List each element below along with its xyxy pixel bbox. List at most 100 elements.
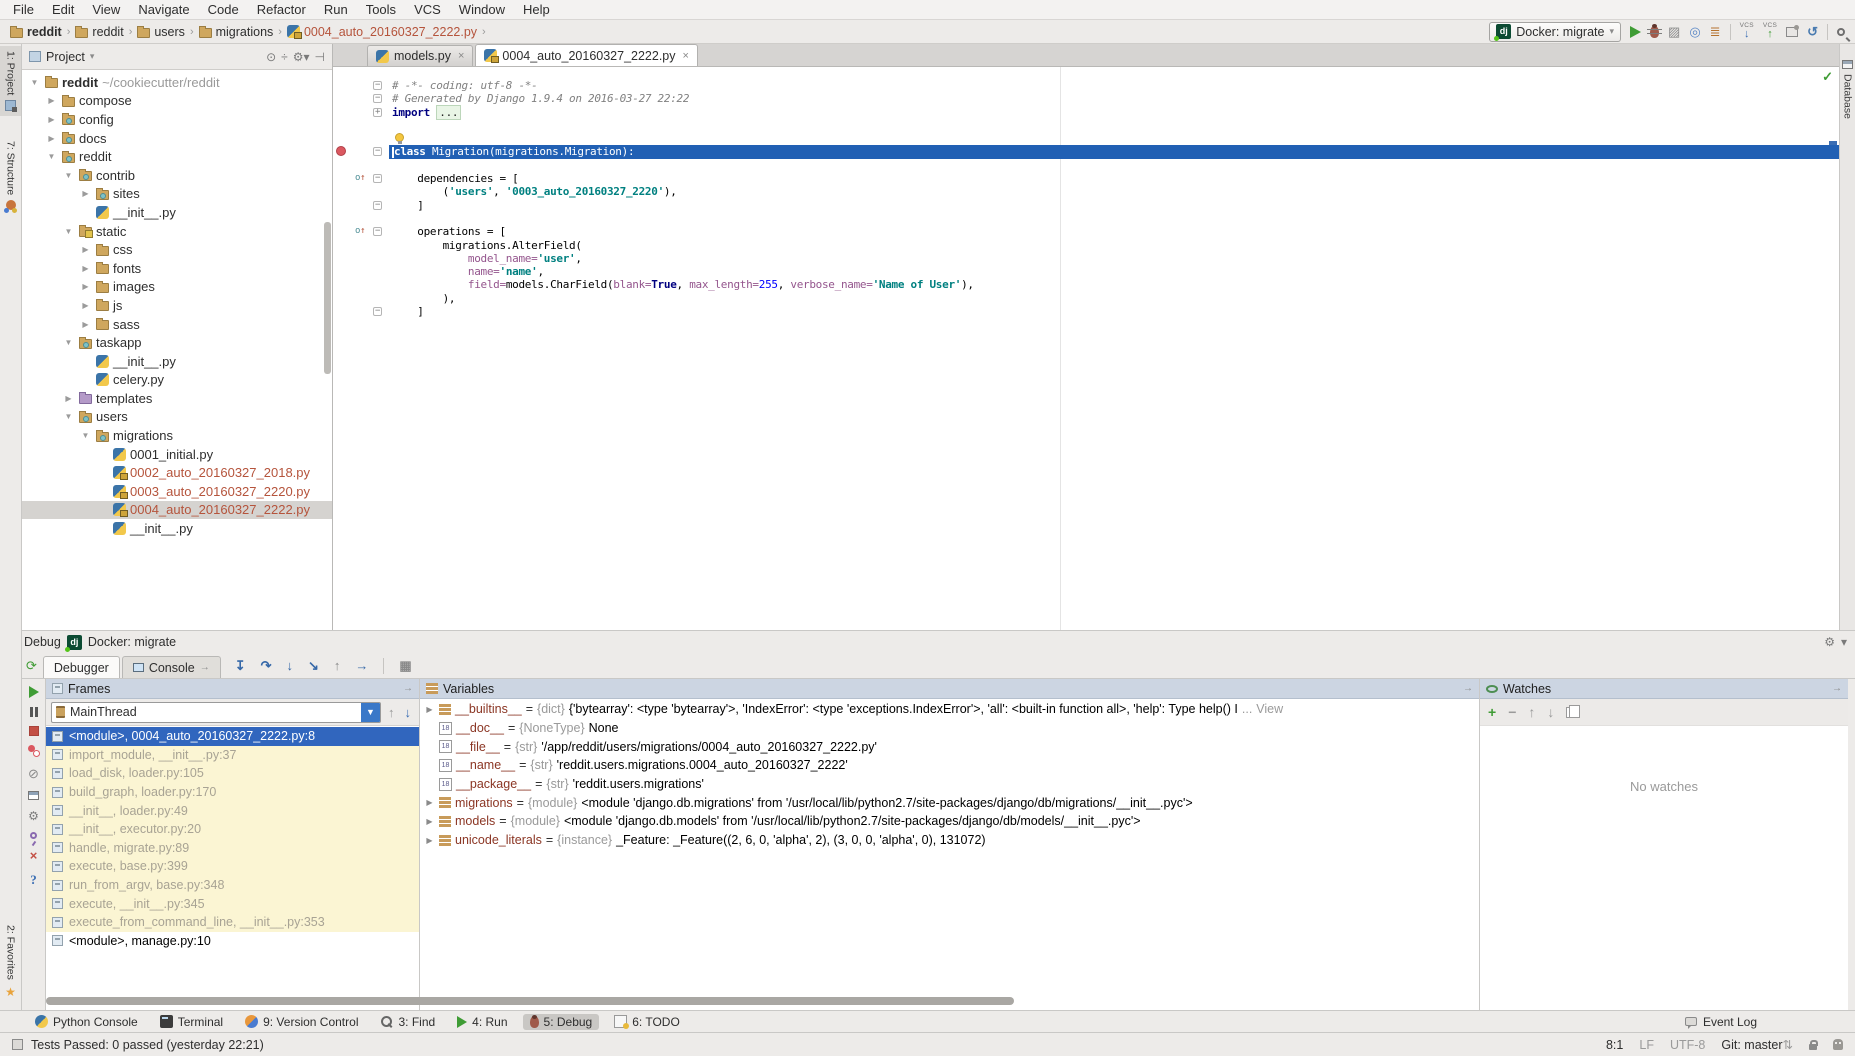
code-line[interactable]: +import ... [333,106,1839,119]
step-over-icon[interactable]: ↷ [261,658,272,674]
run-to-cursor-icon[interactable]: → [355,658,368,673]
variable-row[interactable]: ▶models = {module} <module 'django.db.mo… [420,812,1479,831]
menu-item-code[interactable]: Code [199,1,248,18]
code-line[interactable]: field=models.CharField(blank=True, max_l… [333,278,1839,291]
tree-expand-arrow[interactable]: ▼ [28,78,41,87]
frame-row[interactable]: execute, base.py:399 [46,857,419,876]
code-line[interactable]: o− dependencies = [ [333,172,1839,185]
menu-item-view[interactable]: View [83,1,129,18]
code-line[interactable]: ), [333,292,1839,305]
code-line[interactable]: −# -*- coding: utf-8 -*- [333,79,1839,92]
tree-expand-arrow[interactable]: ▼ [62,338,75,347]
show-execution-point-icon[interactable]: ↧ [235,658,246,674]
tree-item[interactable]: ▶config [22,110,332,129]
fold-marker[interactable]: − [373,201,382,210]
project-tree-scrollbar[interactable] [324,222,331,374]
tree-item[interactable]: 0003_auto_20160327_2220.py [22,482,332,501]
tree-item[interactable]: ▶sites [22,185,332,204]
tree-item[interactable]: ▶compose [22,92,332,111]
run-configuration-selector[interactable]: dj Docker: migrate ▾ [1489,22,1621,42]
tree-expand-arrow[interactable]: ▶ [79,189,92,198]
caret-position-widget[interactable]: 8:1 [1606,1038,1623,1052]
frame-row[interactable]: <module>, manage.py:10 [46,932,419,951]
frame-row[interactable]: handle, migrate.py:89 [46,839,419,858]
frame-row[interactable]: run_from_argv, base.py:348 [46,876,419,895]
locate-file-icon[interactable]: ⊙ [266,50,276,64]
expand-arrow-icon[interactable]: ▶ [424,817,435,826]
frame-row[interactable]: <module>, 0004_auto_20160327_2222.py:8 [46,727,419,746]
breadcrumb-item[interactable]: users [137,25,185,39]
toolwindow-tab-favorites[interactable]: 2: Favorites ★ [0,920,21,1004]
tree-item[interactable]: ▶css [22,240,332,259]
tree-item[interactable]: ▶docs [22,129,332,148]
debug-tab-console[interactable]: Console→ [122,656,221,678]
help-icon[interactable]: ? [30,872,37,888]
variable-row[interactable]: ▶migrations = {module} <module 'django.d… [420,793,1479,812]
settings-gear-icon[interactable]: ⚙ [28,809,39,823]
menu-item-refactor[interactable]: Refactor [248,1,315,18]
toolwindow-button-vcs[interactable]: 9: Version Control [238,1014,365,1030]
tree-item[interactable]: ▶images [22,278,332,297]
menu-item-vcs[interactable]: VCS [405,1,450,18]
code-editor[interactable]: −# -*- coding: utf-8 -*-−# Generated by … [333,67,1839,630]
frame-row[interactable]: __init__, executor.py:20 [46,820,419,839]
changes-dialog-button[interactable] [1786,27,1798,37]
tree-expand-arrow[interactable]: ▶ [79,320,92,329]
profiler-button[interactable]: ◎ [1689,24,1700,40]
step-into-my-code-icon[interactable]: ↘ [308,658,319,674]
gear-icon[interactable]: ⚙ [1824,635,1835,649]
duplicate-watch-button[interactable] [1566,707,1575,718]
expand-arrow-icon[interactable]: ▶ [424,836,435,845]
hide-panel-icon[interactable]: → [1463,683,1473,694]
fold-marker[interactable]: − [373,94,382,103]
toolwindow-tab-structure[interactable]: 7: Structure [0,136,21,215]
mute-breakpoints-icon[interactable]: ⊘ [28,766,39,782]
tree-expand-arrow[interactable]: ▶ [45,96,58,105]
frame-row[interactable]: execute_from_command_line, __init__.py:3… [46,913,419,932]
code-line[interactable] [333,132,1839,145]
tree-expand-arrow[interactable]: ▶ [79,264,92,273]
tree-item[interactable]: __init__.py [22,352,332,371]
debug-tab-debugger[interactable]: Debugger [43,656,120,678]
code-line[interactable]: migrations.AlterField( [333,239,1839,252]
step-out-icon[interactable]: ↑ [334,658,341,673]
menu-item-edit[interactable]: Edit [43,1,83,18]
menu-item-tools[interactable]: Tools [357,1,405,18]
view-link[interactable]: View [1256,702,1283,716]
toolwindow-button-terminal[interactable]: Terminal [153,1014,230,1030]
readonly-lock-icon[interactable] [1809,1044,1817,1050]
thread-selector[interactable]: MainThread ▼ [51,702,381,723]
tree-item[interactable]: __init__.py [22,519,332,538]
toolwindow-button-python[interactable]: Python Console [28,1014,145,1030]
highlighting-level-icon[interactable] [1833,1039,1843,1050]
tree-item[interactable]: ▶sass [22,315,332,334]
toolwindow-button-run[interactable]: 4: Run [450,1014,514,1030]
tree-expand-arrow[interactable]: ▶ [45,134,58,143]
fold-marker[interactable]: − [373,227,382,236]
tree-expand-arrow[interactable]: ▼ [62,412,75,421]
tree-item[interactable]: ▼contrib [22,166,332,185]
toolwindow-tab-project[interactable]: 1: Project [0,46,21,116]
move-watch-up-button[interactable]: ↑ [1528,704,1535,720]
run-with-coverage-button[interactable]: ▨ [1668,24,1680,40]
close-tab-icon[interactable]: × [458,50,464,62]
hide-window-icon[interactable]: ▾ [1841,635,1847,649]
vcs-commit-button[interactable]: VCS↑ [1763,23,1777,41]
tree-item[interactable]: 0004_auto_20160327_2222.py [22,501,332,520]
code-line[interactable] [333,212,1839,225]
frame-row[interactable]: __init__, loader.py:49 [46,801,419,820]
menu-item-file[interactable]: File [4,1,43,18]
git-branch-widget[interactable]: Git: master⇅ [1721,1037,1793,1052]
tree-item[interactable]: ▼static [22,222,332,241]
line-ending-widget[interactable]: LF [1639,1038,1654,1052]
frame-row[interactable]: load_disk, loader.py:105 [46,764,419,783]
menu-item-window[interactable]: Window [450,1,514,18]
tree-item[interactable]: ▶templates [22,389,332,408]
evaluate-expression-icon[interactable]: ▦ [399,658,411,674]
variable-row[interactable]: 18__package__ = {str} 'reddit.users.migr… [420,775,1479,794]
tree-item[interactable]: 0001_initial.py [22,445,332,464]
code-line[interactable]: ('users', '0003_auto_20160327_2220'), [333,185,1839,198]
expand-arrow-icon[interactable]: ▶ [424,705,435,714]
code-line[interactable] [333,119,1839,132]
rerun-debug-icon[interactable]: ⟳ [26,658,37,674]
